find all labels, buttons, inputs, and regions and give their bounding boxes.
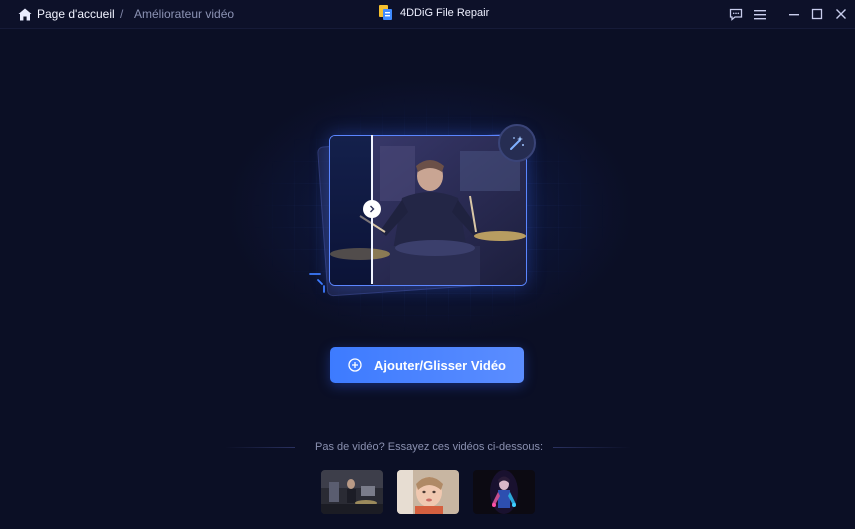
menu-icon[interactable] <box>751 5 769 23</box>
sparkle-decoration-icon <box>309 273 325 293</box>
home-icon[interactable] <box>18 8 32 21</box>
plus-circle-icon <box>348 358 362 372</box>
app-title: 4DDiG File Repair <box>400 7 490 19</box>
maximize-icon[interactable] <box>808 5 826 23</box>
compare-slider-handle[interactable] <box>363 200 381 218</box>
magic-wand-icon <box>498 124 536 162</box>
breadcrumb-home[interactable]: Page d'accueil <box>37 7 115 21</box>
feedback-icon[interactable] <box>727 5 745 23</box>
close-icon[interactable] <box>832 5 850 23</box>
add-video-label: Ajouter/Glisser Vidéo <box>374 357 506 373</box>
minimize-icon[interactable] <box>785 5 803 23</box>
sample-video-neon-figure[interactable] <box>473 470 535 514</box>
breadcrumb-separator: / <box>120 7 124 21</box>
sample-video-concert[interactable] <box>321 470 383 514</box>
sample-divider-right <box>553 447 631 448</box>
enhance-preview-image <box>329 135 527 286</box>
breadcrumb-current: Améliorateur vidéo <box>134 7 235 21</box>
add-video-button[interactable]: Ajouter/Glisser Vidéo <box>330 347 524 383</box>
sample-divider-left <box>225 447 295 448</box>
title-bar: Page d'accueil / Améliorateur vidéo 4DDi… <box>0 0 855 29</box>
sample-video-child[interactable] <box>397 470 459 514</box>
sample-videos-prompt: Pas de vidéo? Essayez ces vidéos ci-dess… <box>315 441 544 453</box>
app-logo-icon <box>379 5 392 20</box>
